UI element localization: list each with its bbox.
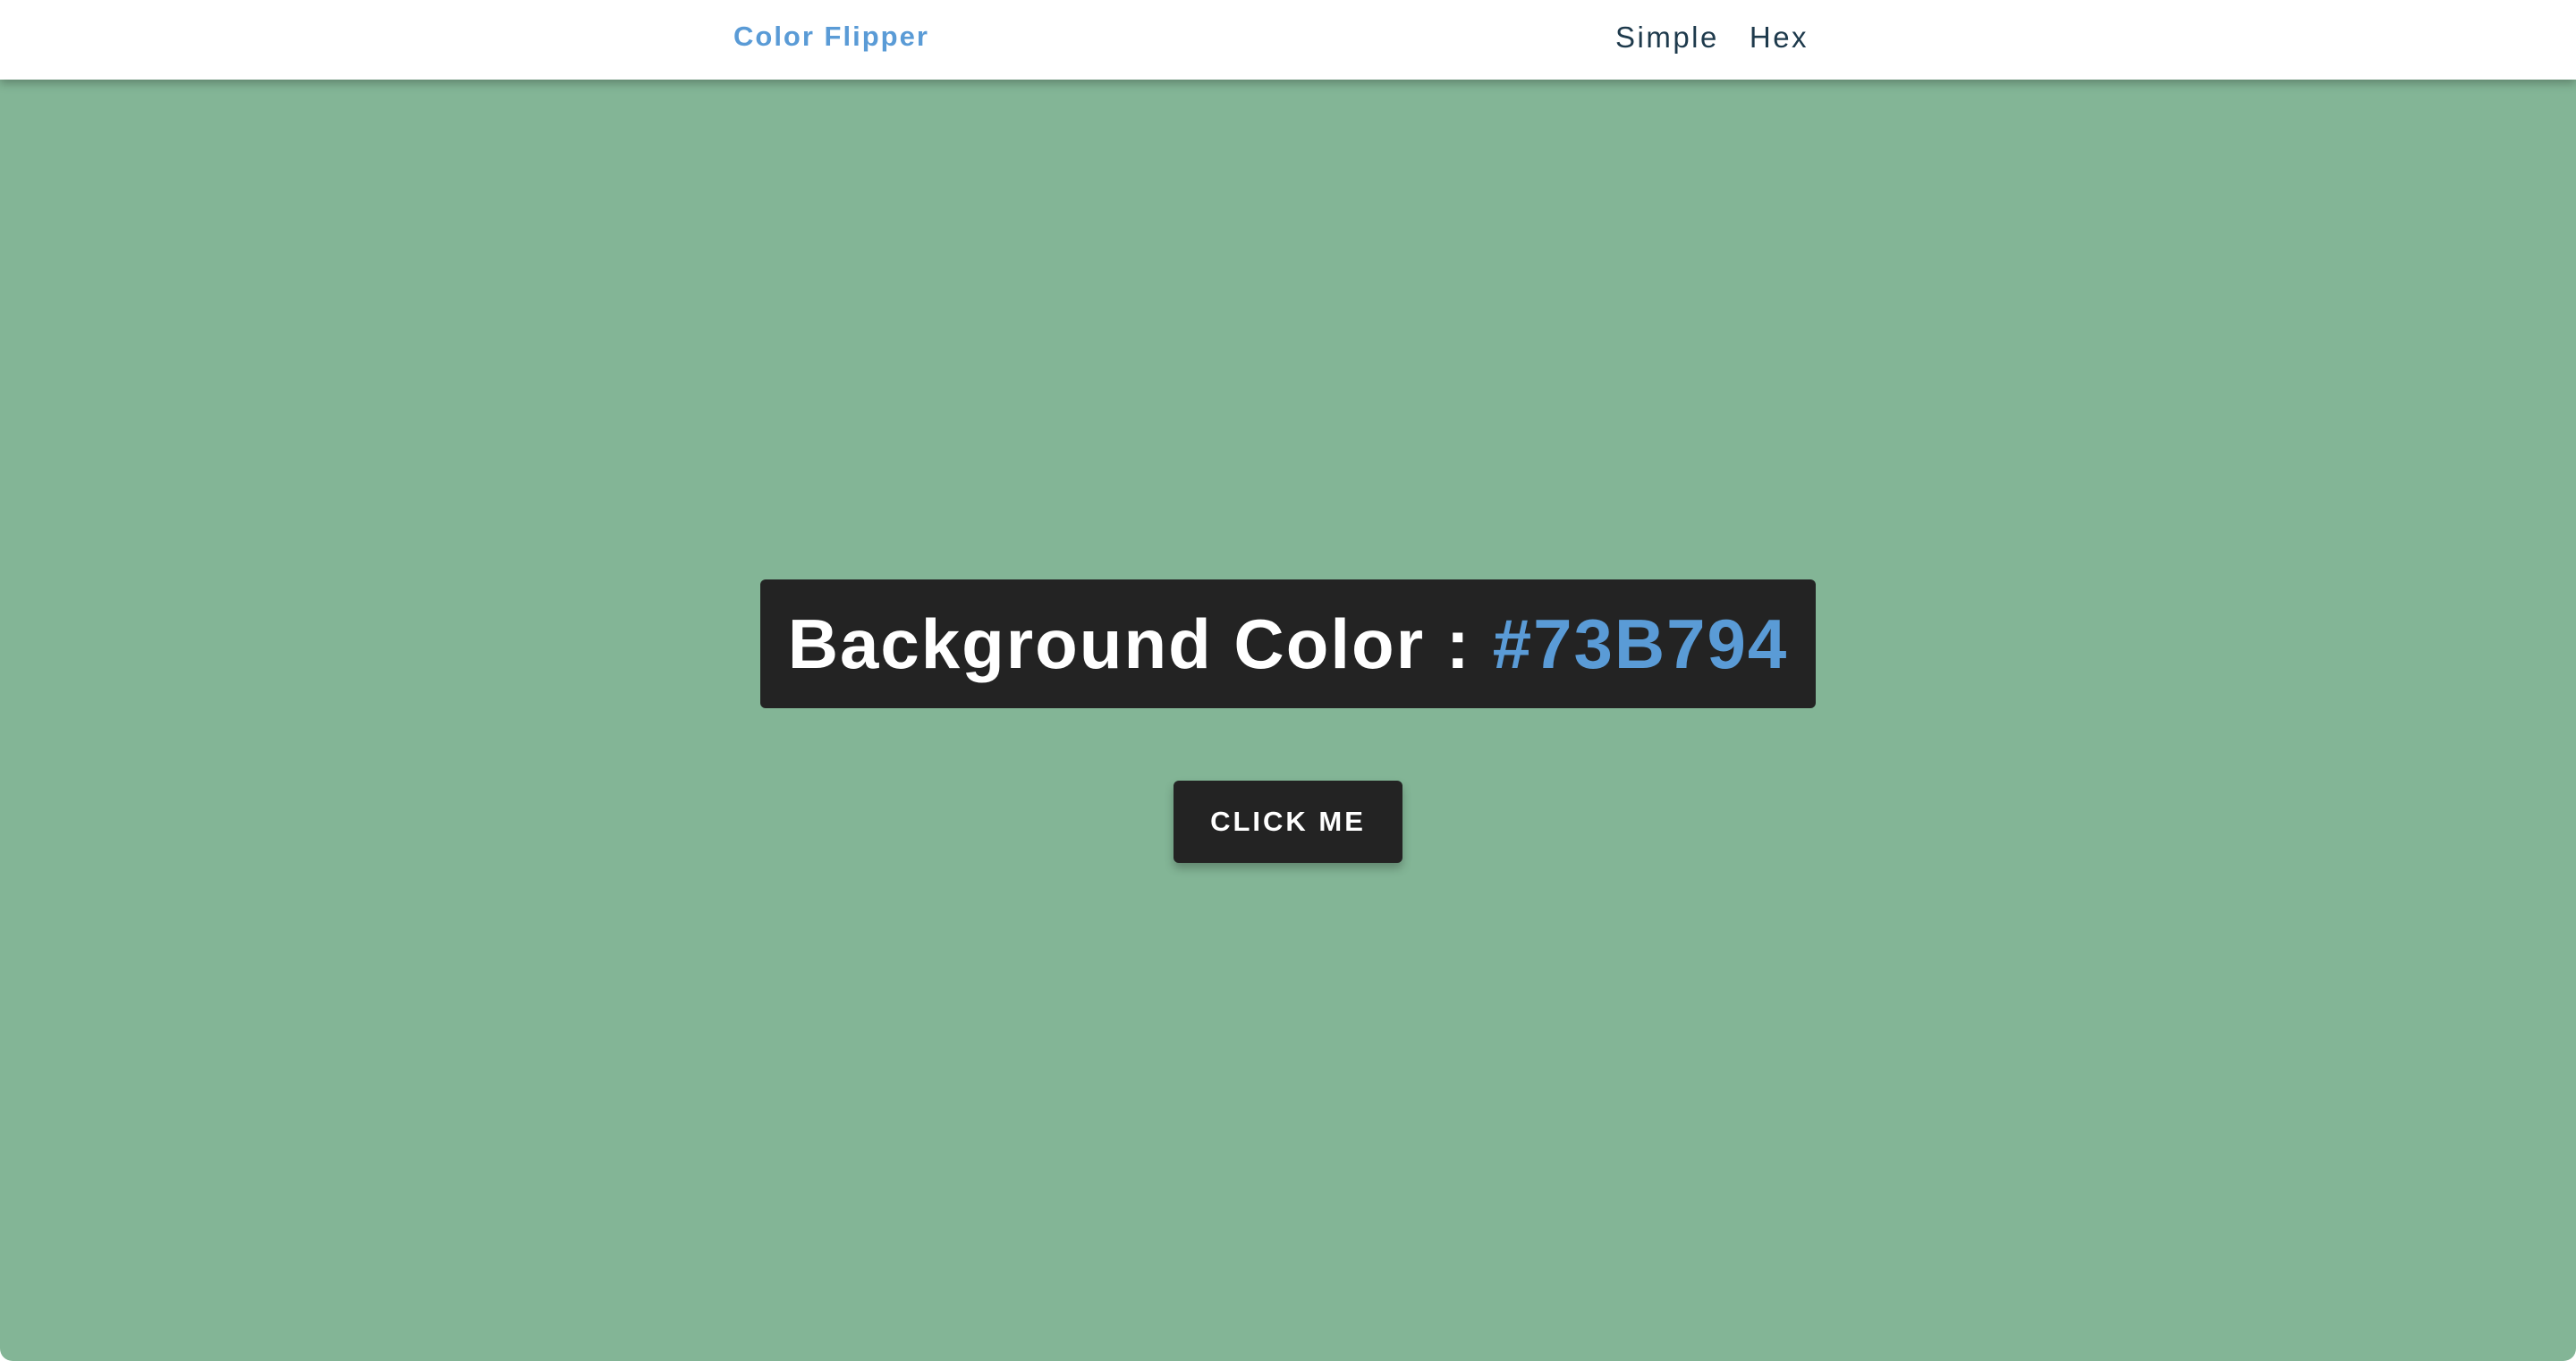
nav-links: Simple Hex [1615, 18, 1809, 57]
banner-label: Background Color : [787, 604, 1471, 683]
page-background: Color Flipper Simple Hex Background Colo… [0, 0, 2576, 1361]
color-value: #73B794 [1492, 604, 1789, 683]
nav-link-hex[interactable]: Hex [1750, 18, 1809, 57]
nav-link-simple[interactable]: Simple [1615, 18, 1719, 57]
color-banner: Background Color : #73B794 [760, 579, 1816, 708]
click-me-button[interactable]: CLICK ME [1174, 781, 1402, 863]
navbar: Color Flipper Simple Hex [0, 0, 2576, 80]
brand-logo[interactable]: Color Flipper [733, 18, 929, 55]
